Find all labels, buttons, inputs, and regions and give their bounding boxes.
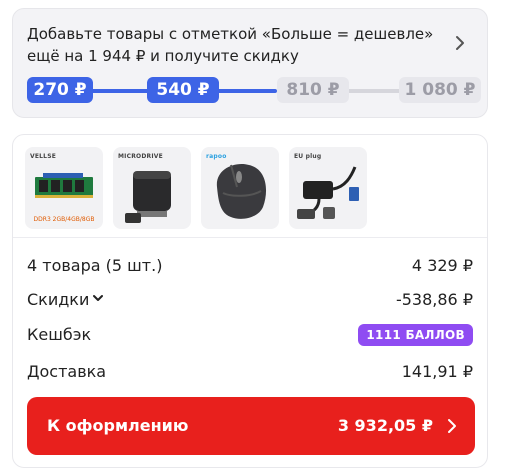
items-row: 4 товара (5 шт.) 4 329 ₽ — [27, 253, 473, 279]
cashback-label: Кешбэк — [27, 325, 92, 344]
sata-usb-adapter-icon — [297, 166, 359, 219]
delivery-row: Доставка 141,91 ₽ — [27, 359, 473, 385]
product-thumb-sata-usb-adapter[interactable]: EU plug — [289, 147, 367, 229]
cashback-badge: 1111 БАЛЛОВ — [358, 324, 473, 346]
delivery-label: Доставка — [27, 362, 107, 381]
tier-540: 540 ₽ — [147, 77, 219, 103]
chevron-down-icon[interactable] — [93, 293, 104, 303]
checkout-button[interactable]: К оформлению 3 932,05 ₽ — [27, 397, 475, 455]
tier-progress-line — [217, 89, 277, 93]
discount-row[interactable]: Скидки -538,86 ₽ — [27, 287, 473, 313]
tier-810: 810 ₽ — [277, 77, 349, 103]
discount-value: -538,86 ₽ — [395, 290, 473, 309]
cashback-row: Кешбэк 1111 БАЛЛОВ — [27, 322, 473, 348]
discount-tiers: 270 ₽ 540 ₽ 810 ₽ 1 080 ₽ — [27, 75, 481, 105]
order-summary-card: VELLSE DDR3 2GB/4GB/8GB MICRODRIVE rapoo… — [12, 134, 488, 468]
divider — [13, 237, 487, 238]
discount-label-text: Скидки — [27, 290, 90, 309]
checkout-total: 3 932,05 ₽ — [337, 416, 433, 435]
promo-text: Добавьте товары с отметкой «Больше = деш… — [27, 25, 434, 65]
product-thumb-wireless-mouse[interactable]: rapoo — [201, 147, 279, 229]
discount-label[interactable]: Скидки — [27, 287, 104, 313]
items-label: 4 товара (5 шт.) — [27, 256, 163, 275]
usb-flash-drive-icon — [125, 171, 171, 223]
product-thumb-ram-module[interactable]: VELLSE DDR3 2GB/4GB/8GB — [25, 147, 103, 229]
tier-1080: 1 080 ₽ — [399, 77, 481, 103]
checkout-label: К оформлению — [47, 416, 189, 435]
wireless-mouse-icon — [216, 163, 267, 219]
product-thumb-usb-flash-drive[interactable]: MICRODRIVE — [113, 147, 191, 229]
items-value: 4 329 ₽ — [411, 256, 473, 275]
promo-card[interactable]: Добавьте товары с отметкой «Больше = деш… — [12, 8, 488, 118]
chevron-right-icon — [447, 418, 457, 434]
delivery-value: 141,91 ₽ — [401, 362, 473, 381]
tier-270: 270 ₽ — [27, 77, 93, 103]
thumb-caption: DDR3 2GB/4GB/8GB — [33, 216, 95, 223]
product-thumbnails: VELLSE DDR3 2GB/4GB/8GB MICRODRIVE rapoo… — [25, 147, 367, 229]
chevron-right-icon[interactable] — [455, 35, 469, 53]
